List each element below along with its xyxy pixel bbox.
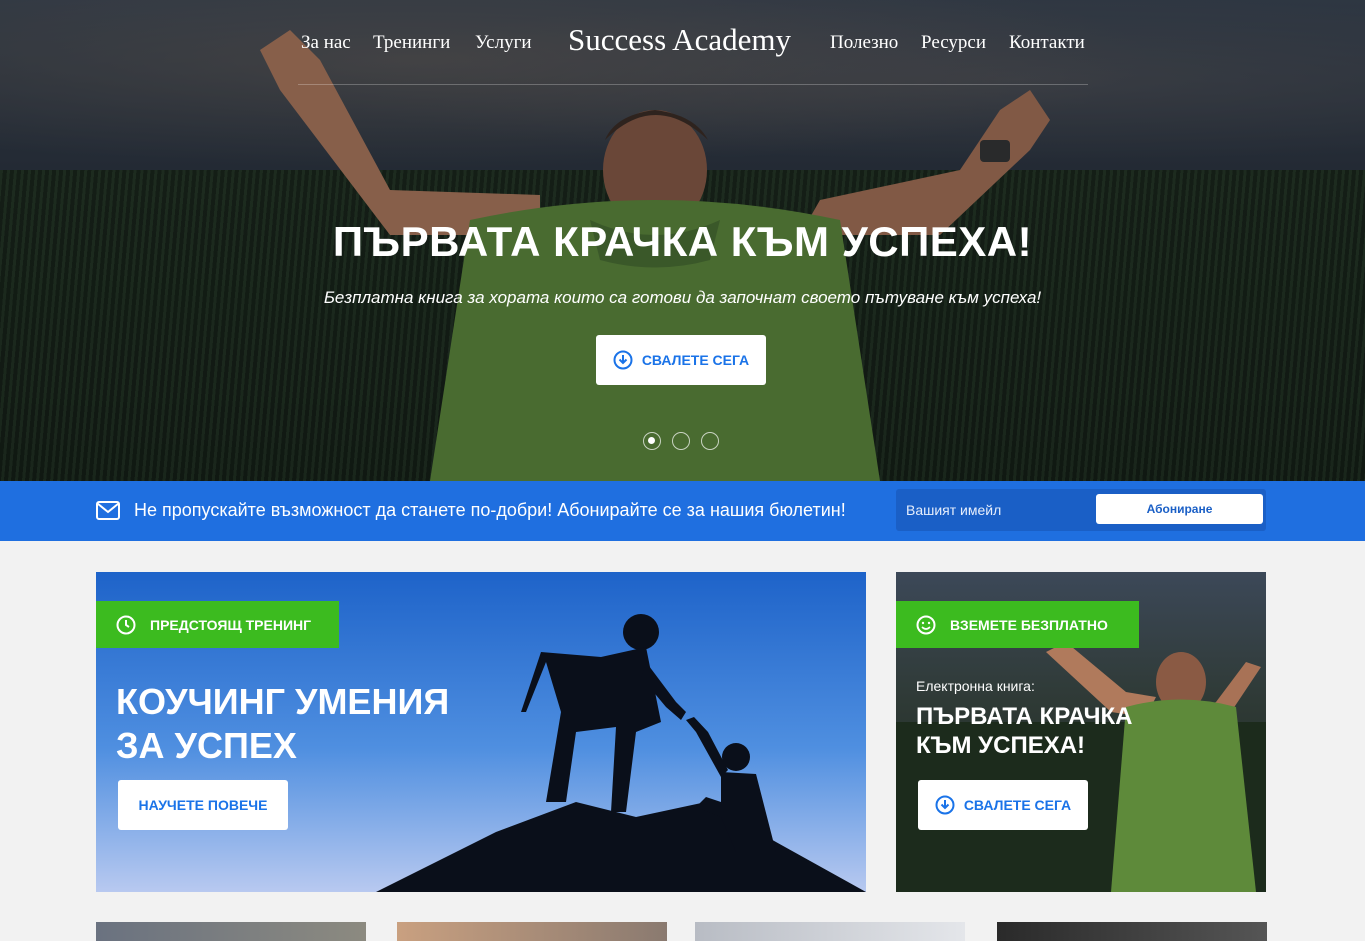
article-thumbnail-4[interactable]	[997, 922, 1267, 941]
hero-subtitle: Безплатна книга за хората които са готов…	[323, 288, 1042, 307]
free-book-download-button[interactable]: СВАЛЕТЕ СЕГА	[918, 780, 1088, 830]
free-book-kicker: Електронна книга:	[916, 678, 1035, 694]
nav-link-contacts[interactable]: Контакти	[1009, 32, 1085, 54]
nav-link-services[interactable]: Услуги	[475, 32, 532, 54]
subscribe-button[interactable]: Абониране	[1096, 494, 1263, 524]
climbers-silhouette	[376, 614, 866, 892]
hero-download-label: СВАЛЕТЕ СЕГА	[641, 352, 750, 368]
hero-download-button[interactable]: СВАЛЕТЕ СЕГА	[596, 335, 766, 385]
brand-logo[interactable]: Success Academy	[568, 22, 791, 58]
slider-dots	[643, 432, 719, 450]
nav-divider	[298, 84, 1088, 85]
free-book-title: ПЪРВАТА КРАЧКА КЪМ УСПЕХА!	[916, 702, 1132, 760]
slider-dot-2[interactable]	[672, 432, 690, 450]
free-book-tag-label: ВЗЕМЕТЕ БЕЗПЛАТНО	[950, 616, 1108, 633]
learn-more-button[interactable]: НАУЧЕТЕ ПОВЕЧЕ	[118, 780, 288, 830]
clock-icon	[116, 615, 136, 634]
training-title-line2: ЗА УСПЕХ	[116, 725, 297, 766]
newsletter-email-input[interactable]	[896, 489, 1096, 531]
slider-dot-3[interactable]	[701, 432, 719, 450]
nav-link-useful[interactable]: Полезно	[830, 32, 898, 54]
free-book-title-line2: КЪМ УСПЕХА!	[916, 732, 1086, 759]
upcoming-training-tag-label: ПРЕДСТОЯЩ ТРЕНИНГ	[150, 616, 312, 633]
nav-link-about[interactable]: За нас	[301, 32, 351, 54]
top-navigation: За нас Тренинги Услуги Success Academy П…	[0, 0, 1365, 85]
training-title: КОУЧИНГ УМЕНИЯ ЗА УСПЕХ	[116, 680, 449, 768]
hero-title: ПЪРВАТА КРАЧКА КЪМ УСПЕХА!	[332, 218, 1033, 265]
free-book-title-line1: ПЪРВАТА КРАЧКА	[916, 703, 1133, 730]
free-book-tag: ВЗЕМЕТЕ БЕЗПЛАТНО	[896, 601, 1139, 648]
slider-dot-1[interactable]	[643, 432, 661, 450]
download-icon	[613, 350, 633, 370]
download-icon	[935, 795, 955, 815]
training-title-line1: КОУЧИНГ УМЕНИЯ	[116, 681, 450, 722]
newsletter-text: Не пропускайте възможност да станете по-…	[134, 500, 846, 520]
free-book-download-label: СВАЛЕТЕ СЕГА	[963, 797, 1072, 813]
smiley-icon	[916, 615, 936, 634]
nav-link-trainings[interactable]: Тренинги	[373, 32, 450, 54]
upcoming-training-tag: ПРЕДСТОЯЩ ТРЕНИНГ	[96, 601, 339, 648]
nav-link-resources[interactable]: Ресурси	[921, 32, 986, 54]
article-thumbnail-3[interactable]	[695, 922, 965, 941]
article-thumbnail-2[interactable]	[397, 922, 667, 941]
mail-icon	[96, 501, 120, 520]
article-thumbnail-1[interactable]	[96, 922, 366, 941]
